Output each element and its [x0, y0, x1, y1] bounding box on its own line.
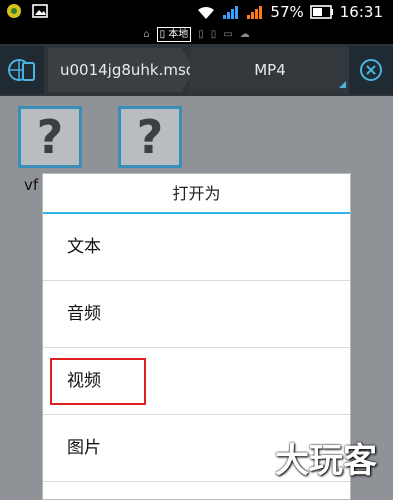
app-notification-icon [7, 4, 21, 18]
dialog-title: 打开为 [43, 174, 350, 214]
watermark: 大玩客 [241, 433, 377, 482]
status-bar: 57% 16:31 [0, 0, 393, 24]
breadcrumb-current-label: MP4 [254, 61, 286, 79]
home-icon[interactable]: ⌂ [143, 29, 149, 40]
breadcrumb-folder[interactable]: u0014jg8uhk.msd [48, 48, 196, 92]
device-switch-button[interactable] [0, 46, 44, 94]
status-icons: 57% 16:31 [196, 0, 383, 24]
storage-local-tab[interactable]: ▯ 本地 [156, 26, 192, 42]
battery-icon [309, 5, 333, 19]
unknown-file-icon[interactable]: ? [18, 106, 82, 168]
notification-icons [6, 3, 48, 19]
cloud-icon[interactable]: ☁ [240, 29, 250, 40]
storage-local-label: 本地 [168, 28, 189, 40]
clock: 16:31 [339, 3, 383, 21]
close-circle-icon [360, 59, 382, 81]
battery-percent: 57% [270, 3, 304, 21]
open-as-text-option[interactable]: 文本 [43, 214, 350, 281]
storage-tabs: ⌂ ▯ 本地 ▯ ▯ ▭ ☁ [0, 24, 393, 44]
watermark-text: 大玩客 [275, 441, 377, 481]
globe-device-icon [8, 59, 35, 81]
dropdown-corner-icon [339, 81, 346, 88]
open-as-audio-option[interactable]: 音频 [43, 281, 350, 348]
signal-1-icon [223, 6, 239, 19]
open-as-video-option[interactable]: 视频 [43, 348, 350, 415]
pc-icon[interactable]: ▭ [223, 29, 232, 40]
unknown-file-icon[interactable]: ? [118, 106, 182, 168]
signal-2-icon [247, 6, 263, 19]
close-path-button[interactable] [349, 46, 393, 94]
phone-icon[interactable]: ▯ [198, 29, 204, 40]
image-icon [32, 4, 48, 18]
path-bar: u0014jg8uhk.msd MP4 [0, 44, 393, 96]
tablet-icon[interactable]: ▯ [211, 29, 217, 40]
highlight-box [50, 358, 146, 405]
watermark-logo-icon [247, 440, 267, 474]
file-label: vf [24, 176, 39, 194]
breadcrumb-current[interactable]: MP4 [190, 48, 350, 92]
wifi-icon [198, 6, 215, 20]
